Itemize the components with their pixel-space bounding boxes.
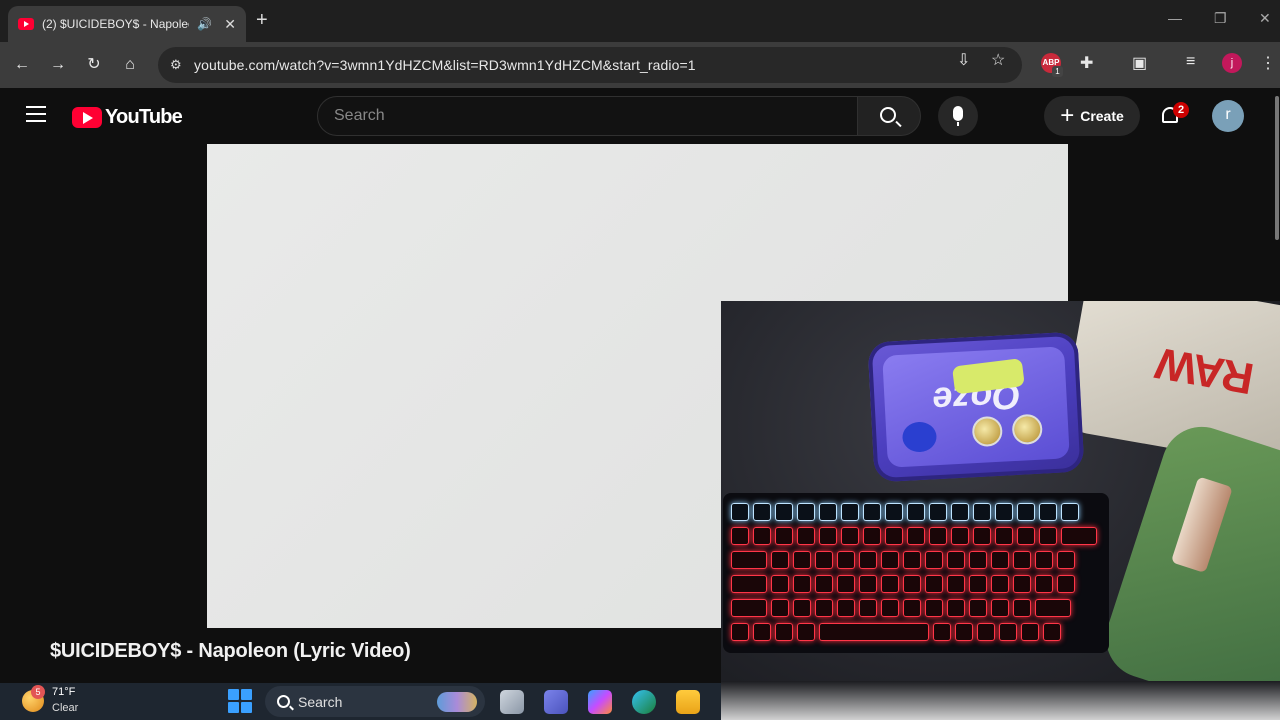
webcam-floor [721, 681, 1280, 720]
home-icon[interactable]: ⌂ [118, 53, 142, 77]
taskbar-search-label: Search [298, 693, 343, 710]
back-icon[interactable]: ← [10, 53, 34, 77]
search-tabs-icon[interactable]: ▣ [1132, 53, 1147, 73]
weather-badge: 5 [31, 685, 45, 699]
notification-count-badge: 2 [1173, 102, 1189, 118]
close-tab-icon[interactable]: ✕ [224, 16, 236, 33]
teams-icon[interactable] [544, 690, 568, 714]
create-label: Create [1080, 108, 1124, 124]
weather-condition: Clear [52, 702, 79, 714]
edge-icon[interactable] [632, 690, 656, 714]
search-icon [880, 107, 896, 123]
search-button[interactable] [857, 96, 921, 136]
address-bar[interactable]: ⚙ youtube.com/watch?v=3wmn1YdHZCM&list=R… [158, 47, 1022, 83]
search-input[interactable] [334, 107, 857, 125]
browser-tab-strip: (2) $UICIDEBOY$ - Napoleo 🔊 ✕ + — ❐ ✕ [0, 0, 1280, 42]
address-url: youtube.com/watch?v=3wmn1YdHZCM&list=RD3… [194, 57, 696, 73]
browser-profile-avatar[interactable]: j [1222, 53, 1242, 73]
forward-icon[interactable]: → [46, 53, 70, 77]
video-title: $UICIDEBOY$ - Napoleon (Lyric Video) [50, 640, 411, 662]
browser-toolbar: ← → ↻ ⌂ ⚙ youtube.com/watch?v=3wmn1YdHZC… [0, 42, 1280, 88]
extension-count-badge: 1 [1052, 66, 1063, 77]
guide-menu-icon[interactable] [26, 106, 46, 122]
keyboard-row [731, 599, 1071, 617]
keyboard-row [731, 623, 1061, 641]
taskbar-search[interactable]: Search [265, 686, 485, 717]
youtube-header: YouTube + Create r [0, 88, 1280, 144]
keyboard-row [731, 575, 1075, 593]
youtube-wordmark: YouTube [105, 106, 183, 128]
extensions-puzzle-icon[interactable]: ✚ [1080, 53, 1093, 73]
browser-tab-youtube[interactable]: (2) $UICIDEBOY$ - Napoleo 🔊 ✕ [8, 6, 246, 42]
tray-brand-text: RAW [1153, 338, 1258, 404]
media-control-icon[interactable]: ≡ [1186, 53, 1195, 71]
copilot-icon[interactable] [588, 690, 612, 714]
file-explorer-icon[interactable] [676, 690, 700, 714]
task-view-icon[interactable] [500, 690, 524, 714]
minimize-icon[interactable]: — [1168, 10, 1182, 26]
rolling-tray-purple: Ooze [867, 331, 1085, 483]
install-app-icon[interactable]: ⇩ [957, 50, 970, 70]
search-highlight-icon [437, 692, 477, 712]
restore-icon[interactable]: ❐ [1214, 10, 1227, 27]
screen: (2) $UICIDEBOY$ - Napoleo 🔊 ✕ + — ❐ ✕ ← … [0, 0, 1280, 720]
browser-menu-icon[interactable]: ⋮ [1260, 53, 1276, 73]
rgb-keyboard [723, 493, 1109, 653]
close-window-icon[interactable]: ✕ [1259, 10, 1271, 27]
youtube-play-logo-icon [72, 107, 102, 128]
windows-taskbar: 71°F Clear Search [0, 683, 721, 720]
speaker-icon[interactable]: 🔊 [197, 17, 212, 31]
account-avatar[interactable]: r [1212, 100, 1244, 132]
site-info-icon[interactable]: ⚙ [170, 57, 186, 73]
weather-temperature: 71°F [52, 686, 76, 698]
plus-icon: + [1060, 102, 1075, 129]
microphone-icon [953, 106, 963, 126]
bookmark-star-icon[interactable]: ☆ [991, 50, 1005, 70]
windows-start-icon[interactable] [228, 689, 252, 713]
reload-icon[interactable]: ↻ [82, 53, 106, 77]
search-icon [277, 695, 290, 708]
voice-search-button[interactable] [938, 96, 978, 136]
youtube-logo[interactable]: YouTube [72, 106, 183, 129]
keyboard-row [731, 527, 1097, 545]
lighter-object [1170, 476, 1233, 574]
keyboard-row [731, 551, 1075, 569]
create-button[interactable]: + Create [1044, 96, 1140, 136]
tab-title: (2) $UICIDEBOY$ - Napoleo [42, 17, 190, 31]
new-tab-icon[interactable]: + [256, 9, 268, 32]
youtube-favicon-icon [18, 18, 34, 30]
page-scrollbar[interactable] [1275, 96, 1279, 240]
keyboard-row [731, 503, 1079, 521]
webcam-overlay: RAW Ooze [721, 301, 1280, 720]
search-box[interactable] [317, 96, 858, 136]
